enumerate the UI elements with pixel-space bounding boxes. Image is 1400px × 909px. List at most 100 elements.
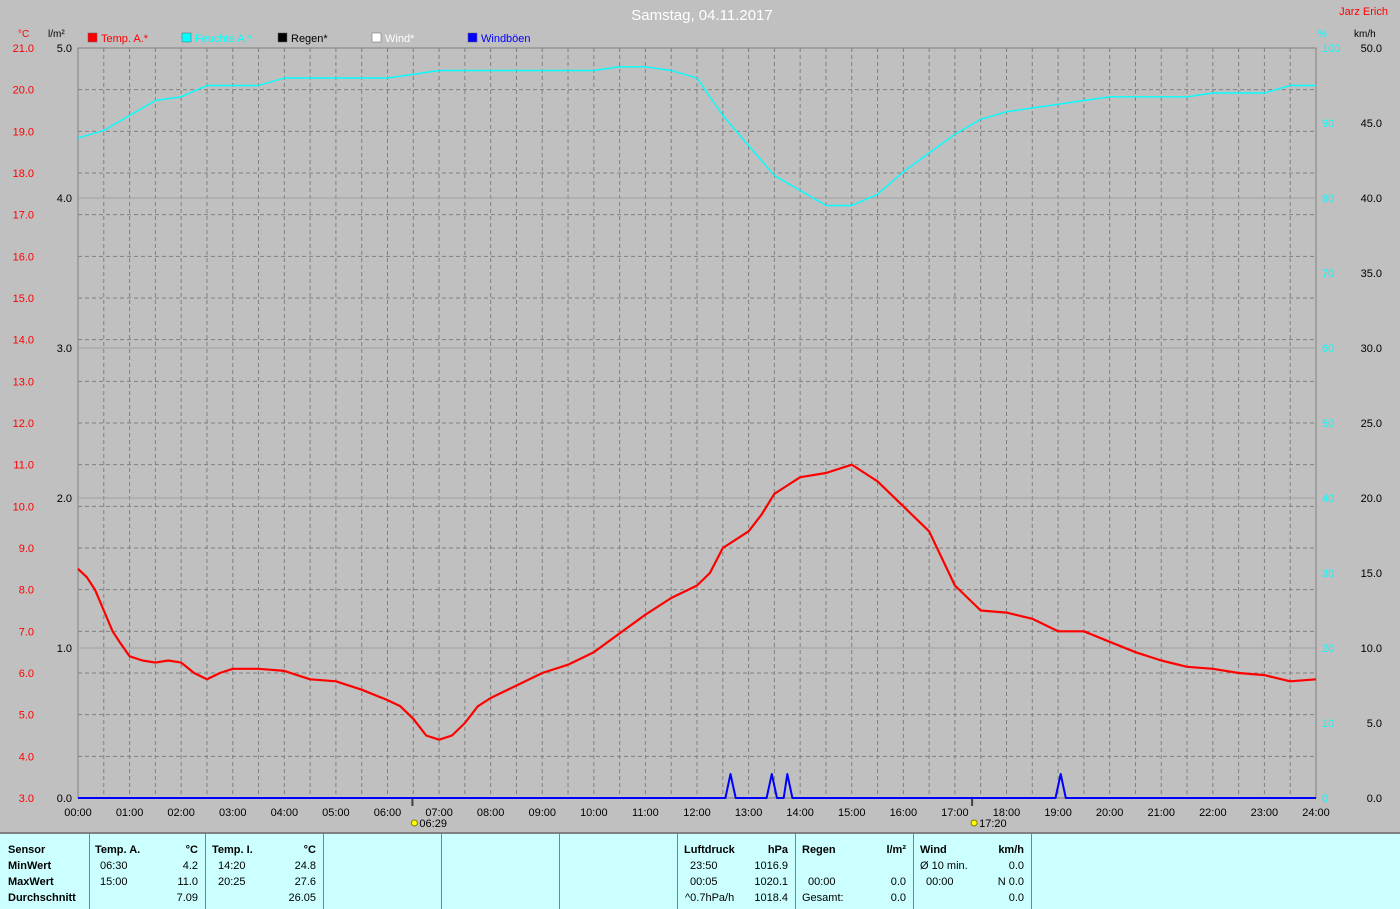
left-rain-unit: l/m² [48,29,65,40]
x-tick-label: 03:00 [219,807,247,819]
wind-unit: km/h [998,844,1024,856]
right-hum-unit: % [1318,29,1327,40]
wind-avg-label: Ø 10 min. [920,860,968,872]
temp-a-header: Temp. A. [95,844,141,856]
temp-a-avg-value: 7.09 [176,892,198,904]
x-tick-label: 14:00 [786,807,814,819]
wind-third-value: 0.0 [1008,892,1024,904]
wind-tick-label: 5.0 [1367,718,1382,730]
pressure-header: Luftdruck [684,844,735,856]
x-tick-label: 02:00 [167,807,195,819]
wind-tick-label: 15.0 [1361,568,1382,580]
legend-label: Windböen [481,33,531,45]
x-tick-label: 17:00 [941,807,969,819]
legend-swatch [181,32,192,43]
x-tick-label: 19:00 [1044,807,1072,819]
pressure-min-value: 1016.9 [754,860,788,872]
grid-layer [77,47,1317,799]
x-tick-label: 16:00 [890,807,918,819]
temp-tick-label: 10.0 [13,501,34,513]
temp-tick-label: 5.0 [19,710,34,722]
x-tick-label: 11:00 [632,807,659,819]
x-tick-label: 00:00 [64,807,92,819]
wind-tick-label: 20.0 [1361,493,1382,505]
pressure-max-time: 00:05 [690,876,718,888]
left-temp-unit: °C [18,29,29,40]
wind-tick-label: 0.0 [1367,793,1382,805]
wind-tick-label: 40.0 [1361,193,1382,205]
legend-label: Feuchte A.* [195,33,253,45]
temp-i-min-time: 14:20 [218,860,246,872]
rain-header: Regen [802,844,836,856]
temp-i-avg-value: 26.05 [288,892,316,904]
temp-tick-label: 18.0 [13,168,34,180]
x-tick-label: 20:00 [1096,807,1124,819]
hum-tick-label: 20 [1322,643,1334,655]
rain-total-value: 0.0 [890,892,906,904]
pressure-unit: hPa [767,844,788,856]
temp-tick-label: 13.0 [13,376,34,388]
temp-a-min-time: 06:30 [100,860,128,872]
temp-i-max-time: 20:25 [218,876,246,888]
legend-label: Temp. A.* [101,33,149,45]
sunrise-label: 06:29 [419,818,447,830]
temp-tick-label: 20.0 [13,85,34,97]
x-tick-label: 23:00 [1251,807,1279,819]
hum-tick-label: 90 [1322,118,1334,130]
sunset-sun-icon [970,819,978,827]
legend-swatch [87,32,98,43]
hum-tick-label: 0 [1322,793,1328,805]
hum-tick-label: 70 [1322,268,1334,280]
temp-i-min-value: 24.8 [294,860,316,872]
rain-max-time: 00:00 [808,876,836,888]
wind-max-value: N 0.0 [997,876,1024,888]
x-tick-label: 09:00 [528,807,556,819]
wind-header: Wind [920,844,947,856]
row-label-min: MinWert [8,860,52,872]
wind-avg-value: 0.0 [1008,860,1024,872]
temp-tick-label: 15.0 [13,293,34,305]
wind-tick-label: 10.0 [1361,643,1382,655]
sunset-label: 17:20 [979,818,1007,830]
pressure-trend: ^0.7hPa/h [685,892,735,904]
x-tick-label: 06:00 [374,807,402,819]
author-label: Jarz Erich [1339,6,1388,18]
rain-tick-label: 3.0 [57,343,72,355]
legend-label: Regen* [291,33,328,45]
temp-i-max-value: 27.6 [294,876,316,888]
hum-tick-label: 60 [1322,343,1334,355]
sensor-header: Sensor [8,844,46,856]
temp-a-max-time: 15:00 [100,876,128,888]
temp-i-unit: °C [303,844,316,856]
summary-table: Sensor MinWert MaxWert Durchschnitt Temp… [0,832,1400,909]
x-tick-label: 10:00 [580,807,608,819]
wind-tick-label: 35.0 [1361,268,1382,280]
temp-tick-label: 11.0 [13,460,34,472]
x-tick-label: 15:00 [838,807,866,819]
legend-label: Wind* [385,33,415,45]
legend-swatch [277,32,288,43]
rain-tick-label: 0.0 [57,793,72,805]
pressure-max-value: 1020.1 [754,876,788,888]
wind-tick-label: 25.0 [1361,418,1382,430]
temp-tick-label: 21.0 [13,43,34,55]
temp-tick-label: 6.0 [19,668,34,680]
hum-tick-label: 80 [1322,193,1334,205]
row-label-max: MaxWert [8,876,54,888]
right-wind-unit: km/h [1354,29,1376,40]
temp-tick-label: 19.0 [13,126,34,138]
hum-tick-label: 50 [1322,418,1334,430]
legend-swatch [371,32,382,43]
x-tick-label: 05:00 [322,807,350,819]
temp-tick-label: 16.0 [13,251,34,263]
temp-tick-label: 7.0 [19,626,34,638]
x-tick-label: 22:00 [1199,807,1227,819]
row-label-avg: Durchschnitt [8,892,76,904]
legend-swatch [467,32,478,43]
temp-a-unit: °C [185,844,198,856]
hum-tick-label: 30 [1322,568,1334,580]
temp-i-header: Temp. I. [212,844,253,856]
temp-tick-label: 4.0 [19,751,34,763]
wind-max-time: 00:00 [926,876,954,888]
temp-tick-label: 14.0 [13,335,34,347]
